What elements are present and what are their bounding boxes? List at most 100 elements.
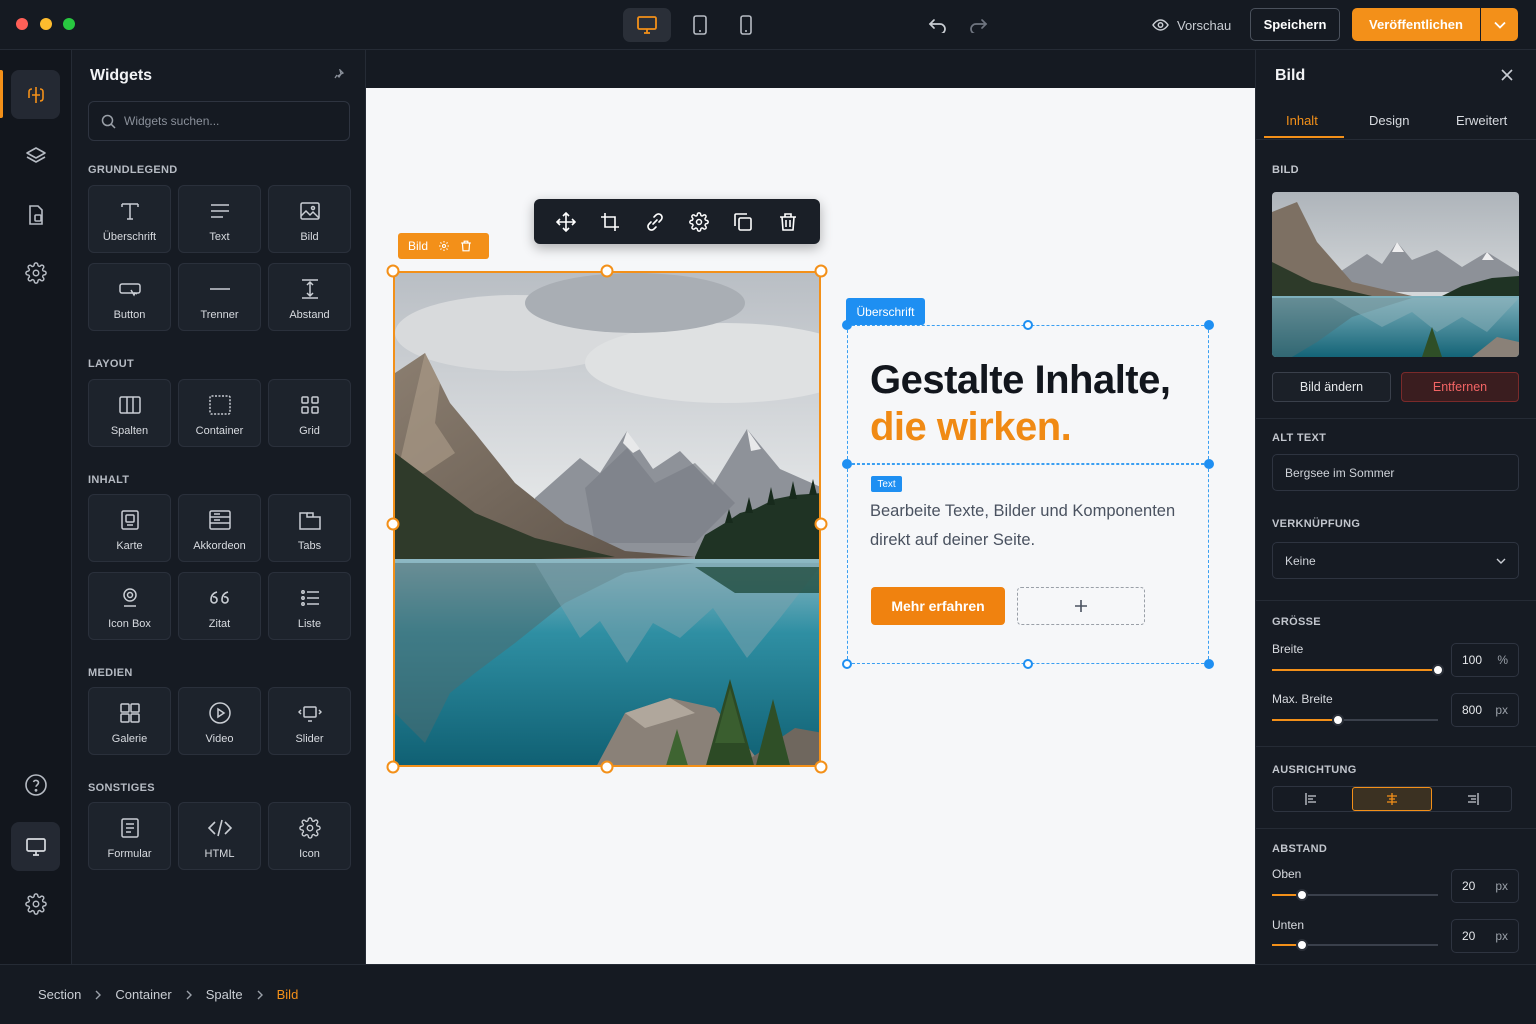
breadcrumb-container[interactable]: Container — [115, 987, 171, 1002]
widget-button[interactable]: Button — [88, 263, 171, 331]
text-element-outline[interactable] — [847, 464, 1209, 664]
remove-image-button[interactable]: Entfernen — [1401, 372, 1519, 402]
publish-button[interactable]: Veröffentlichen — [1352, 8, 1480, 41]
link-select[interactable]: Keine — [1272, 542, 1519, 579]
close-inspector-button[interactable] — [1501, 69, 1513, 81]
widget-card[interactable]: Karte — [88, 494, 171, 562]
rail-preferences-button[interactable] — [11, 879, 60, 928]
tab-advanced[interactable]: Erweitert — [1456, 113, 1507, 128]
widget-container[interactable]: Container — [178, 379, 261, 447]
element-settings-button[interactable] — [684, 207, 714, 237]
widget-icon[interactable]: Icon — [268, 802, 351, 870]
save-button[interactable]: Speichern — [1250, 8, 1340, 41]
align-right-button[interactable] — [1432, 787, 1511, 811]
page-heading[interactable]: Gestalte Inhalte, die wirken. — [870, 357, 1171, 451]
redo-button[interactable] — [967, 14, 989, 36]
widget-icon-box[interactable]: Icon Box — [88, 572, 171, 640]
move-button[interactable] — [551, 207, 581, 237]
resize-handle-n[interactable] — [600, 264, 614, 278]
heading-handle-ne[interactable] — [1204, 320, 1214, 330]
breadcrumb-section[interactable]: Section — [38, 987, 81, 1002]
window-minimize-dot[interactable] — [40, 18, 52, 30]
text-handle-se[interactable] — [1204, 659, 1214, 669]
link-button[interactable] — [640, 207, 670, 237]
rail-help-button[interactable] — [11, 760, 60, 809]
body-text[interactable]: Bearbeite Texte, Bilder und Komponenten … — [870, 497, 1190, 555]
widget-heading[interactable]: Überschrift — [88, 185, 171, 253]
trash-icon[interactable] — [460, 240, 472, 252]
bottom-spacing-slider[interactable] — [1272, 939, 1438, 951]
text-handle-s[interactable] — [1023, 659, 1033, 669]
crop-button[interactable] — [595, 207, 625, 237]
window-maximize-dot[interactable] — [63, 18, 75, 30]
widget-image[interactable]: Bild — [268, 185, 351, 253]
resize-handle-ne[interactable] — [814, 264, 828, 278]
tab-design[interactable]: Design — [1369, 113, 1409, 128]
duplicate-button[interactable] — [728, 207, 758, 237]
heading-handle-se[interactable] — [1204, 459, 1214, 469]
align-center-button[interactable] — [1351, 787, 1433, 811]
widget-spacer[interactable]: Abstand — [268, 263, 351, 331]
top-spacing-input[interactable]: 20 px — [1451, 869, 1519, 903]
rail-desktop-button[interactable] — [11, 822, 60, 871]
widget-slider[interactable]: Slider — [268, 687, 351, 755]
widget-search-input[interactable] — [124, 114, 324, 128]
width-slider-knob[interactable] — [1432, 664, 1444, 676]
breadcrumb-image[interactable]: Bild — [277, 987, 299, 1002]
heading-element-tag[interactable]: Überschrift — [846, 298, 925, 325]
rail-settings-button[interactable] — [11, 248, 60, 297]
widget-columns[interactable]: Spalten — [88, 379, 171, 447]
text-handle-sw[interactable] — [842, 659, 852, 669]
undo-button[interactable] — [927, 14, 949, 36]
resize-handle-s[interactable] — [600, 760, 614, 774]
publish-options-button[interactable] — [1481, 8, 1518, 41]
tab-content[interactable]: Inhalt — [1286, 113, 1318, 128]
device-mobile-button[interactable] — [722, 8, 770, 42]
max-width-slider-knob[interactable] — [1332, 714, 1345, 726]
widget-gallery[interactable]: Galerie — [88, 687, 171, 755]
widget-search[interactable] — [88, 101, 350, 141]
rail-pages-button[interactable] — [11, 190, 60, 239]
width-slider[interactable] — [1272, 664, 1444, 676]
device-desktop-button[interactable] — [623, 8, 671, 42]
heading-handle-n[interactable] — [1023, 320, 1033, 330]
max-width-slider[interactable] — [1272, 714, 1438, 726]
text-element-tag[interactable]: Text — [871, 476, 902, 492]
widget-html[interactable]: HTML — [178, 802, 261, 870]
align-left-button[interactable] — [1273, 787, 1352, 811]
resize-handle-sw[interactable] — [386, 760, 400, 774]
delete-button[interactable] — [773, 207, 803, 237]
widget-divider[interactable]: Trenner — [178, 263, 261, 331]
pin-panel-button[interactable] — [334, 69, 344, 79]
width-input[interactable]: 100 % — [1451, 643, 1519, 677]
resize-handle-se[interactable] — [814, 760, 828, 774]
top-spacing-unit[interactable]: px — [1495, 879, 1508, 893]
rail-widgets-button[interactable] — [11, 70, 60, 119]
window-close-dot[interactable] — [16, 18, 28, 30]
max-width-input[interactable]: 800 px — [1451, 693, 1519, 727]
widget-form[interactable]: Formular — [88, 802, 171, 870]
heading-handle-sw[interactable] — [842, 459, 852, 469]
top-spacing-knob[interactable] — [1295, 889, 1308, 901]
device-tablet-button[interactable] — [676, 8, 724, 42]
learn-more-button[interactable]: Mehr erfahren — [871, 587, 1005, 625]
image-element-tag[interactable]: Bild — [398, 233, 489, 259]
resize-handle-nw[interactable] — [386, 264, 400, 278]
widget-accordion[interactable]: Akkordeon — [178, 494, 261, 562]
breadcrumb-column[interactable]: Spalte — [206, 987, 243, 1002]
widget-video[interactable]: Video — [178, 687, 261, 755]
gear-icon[interactable] — [438, 240, 450, 252]
selected-image[interactable] — [393, 271, 821, 767]
widget-grid[interactable]: Grid — [268, 379, 351, 447]
alt-text-input[interactable]: Bergsee im Sommer — [1272, 454, 1519, 491]
preview-button[interactable]: Vorschau — [1152, 12, 1231, 38]
widget-quote[interactable]: Zitat — [178, 572, 261, 640]
bottom-spacing-input[interactable]: 20 px — [1451, 919, 1519, 953]
change-image-button[interactable]: Bild ändern — [1272, 372, 1391, 402]
max-width-unit[interactable]: px — [1495, 703, 1508, 717]
width-unit[interactable]: % — [1497, 653, 1508, 667]
rail-layers-button[interactable] — [11, 131, 60, 180]
add-element-button[interactable] — [1017, 587, 1145, 625]
heading-handle-nw[interactable] — [842, 320, 852, 330]
resize-handle-w[interactable] — [386, 517, 400, 531]
